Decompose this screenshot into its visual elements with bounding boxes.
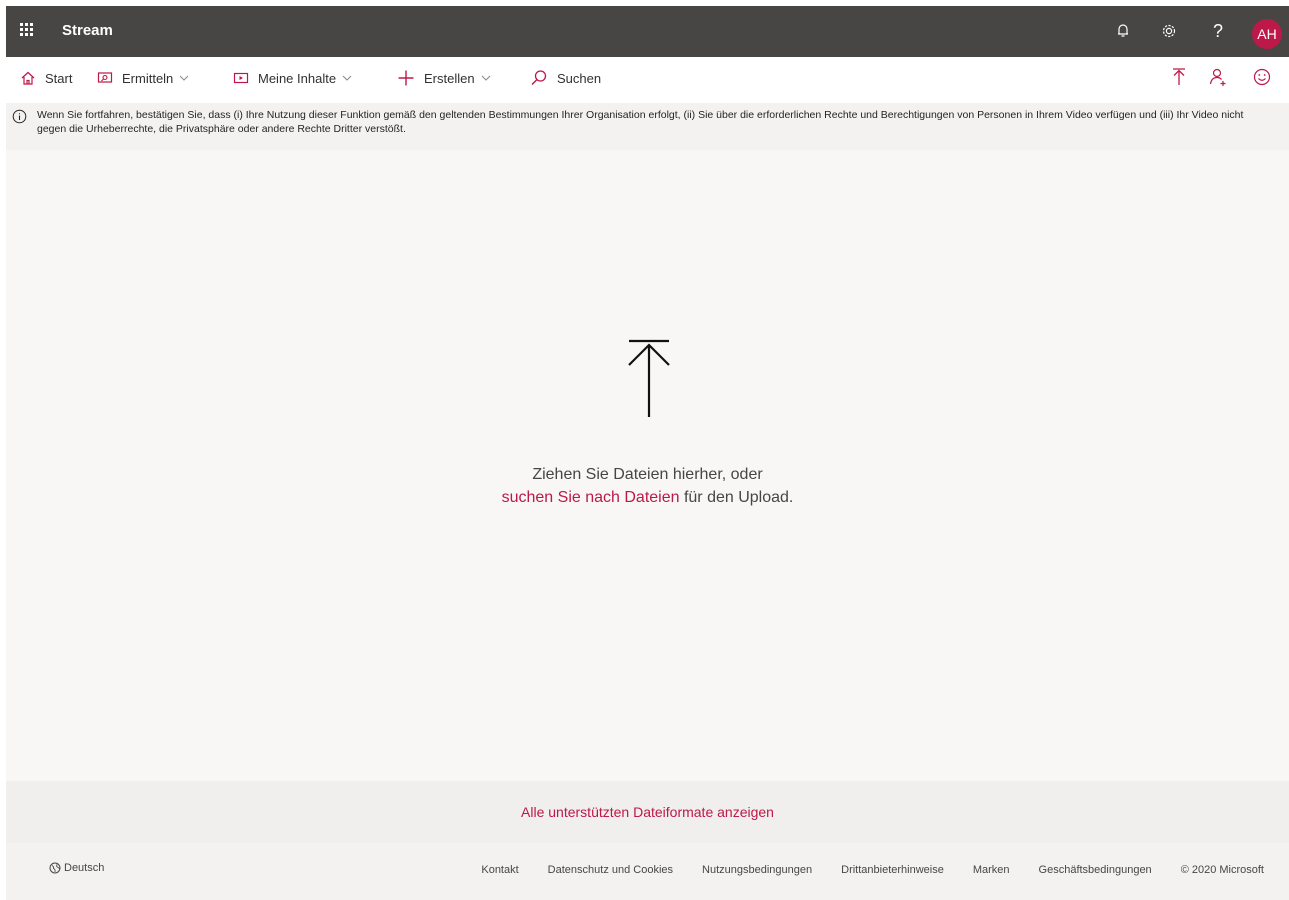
nav-bar: Start Ermitteln Meine Inhalte Erstellen … — [6, 57, 1289, 97]
banner-text: Wenn Sie fortfahren, bestätigen Sie, das… — [37, 109, 1244, 135]
bell-icon[interactable] — [1110, 18, 1136, 44]
nav-item-label: Meine Inhalte — [258, 70, 337, 86]
video-icon — [233, 72, 249, 84]
footer-link-business-terms[interactable]: Geschäftsbedingungen — [1039, 864, 1152, 876]
nav-item-ermitteln[interactable]: Ermitteln — [97, 68, 189, 88]
smiley-icon[interactable] — [1251, 66, 1273, 88]
nav-item-label: Erstellen — [424, 70, 475, 86]
nav-item-meine-inhalte[interactable]: Meine Inhalte — [233, 68, 352, 88]
drop-instructions: Ziehen Sie Dateien hierher, oder — [532, 466, 763, 483]
top-bar: Stream ? AH — [6, 6, 1289, 57]
nav-item-label: Start — [45, 70, 73, 86]
drop-suffix: für den Upload. — [679, 489, 794, 506]
search-button[interactable]: Suchen — [530, 68, 601, 88]
language-label: Deutsch — [64, 862, 105, 874]
upload-drop-zone[interactable]: Ziehen Sie Dateien hierher, oder suchen … — [6, 150, 1289, 781]
nav-item-label: Ermitteln — [122, 70, 174, 86]
footer-link-privacy[interactable]: Datenschutz und Cookies — [548, 864, 673, 876]
gear-icon[interactable] — [1156, 18, 1182, 44]
help-icon[interactable]: ? — [1205, 18, 1231, 44]
footer-link-terms[interactable]: Nutzungsbedingungen — [702, 864, 812, 876]
footer-link-kontakt[interactable]: Kontakt — [481, 864, 518, 876]
copyright-text: © 2020 Microsoft — [1180, 864, 1264, 876]
discover-icon — [97, 72, 113, 83]
upload-icon[interactable] — [1168, 66, 1190, 88]
chevron-down-icon — [481, 75, 490, 81]
supported-formats-link[interactable]: Alle unterstützten Dateiformate anzeigen — [521, 804, 774, 820]
home-icon — [21, 71, 35, 85]
app-title[interactable]: Stream — [62, 22, 113, 39]
footer-link-trademarks[interactable]: Marken — [973, 864, 1010, 876]
browse-files-link[interactable]: suchen Sie nach Dateien — [502, 489, 680, 506]
globe-icon — [49, 862, 61, 874]
search-label: Suchen — [557, 70, 602, 86]
chevron-down-icon — [179, 75, 189, 81]
drop-instructions-line2: suchen Sie nach Dateien für den Upload. — [6, 489, 1289, 507]
search-icon — [531, 70, 547, 85]
footer-link-third-party[interactable]: Drittanbieterhinweise — [841, 864, 944, 876]
language-selector[interactable]: Deutsch — [49, 862, 104, 874]
chevron-down-icon — [342, 75, 352, 81]
nav-item-erstellen[interactable]: Erstellen — [397, 68, 491, 88]
info-icon — [12, 109, 27, 124]
waffle-icon[interactable] — [20, 23, 34, 37]
plus-icon — [398, 70, 414, 86]
footer: Deutsch Kontakt Datenschutz und Cookies … — [6, 843, 1289, 900]
avatar[interactable]: AH — [1252, 19, 1282, 49]
footer-links: Kontakt Datenschutz und Cookies Nutzungs… — [452, 864, 1264, 876]
info-banner: Wenn Sie fortfahren, bestätigen Sie, das… — [6, 103, 1289, 150]
nav-item-start[interactable]: Start — [20, 68, 72, 88]
upload-arrow-icon — [628, 339, 670, 417]
add-person-icon[interactable] — [1207, 66, 1229, 88]
formats-strip: Alle unterstützten Dateiformate anzeigen — [6, 781, 1289, 843]
